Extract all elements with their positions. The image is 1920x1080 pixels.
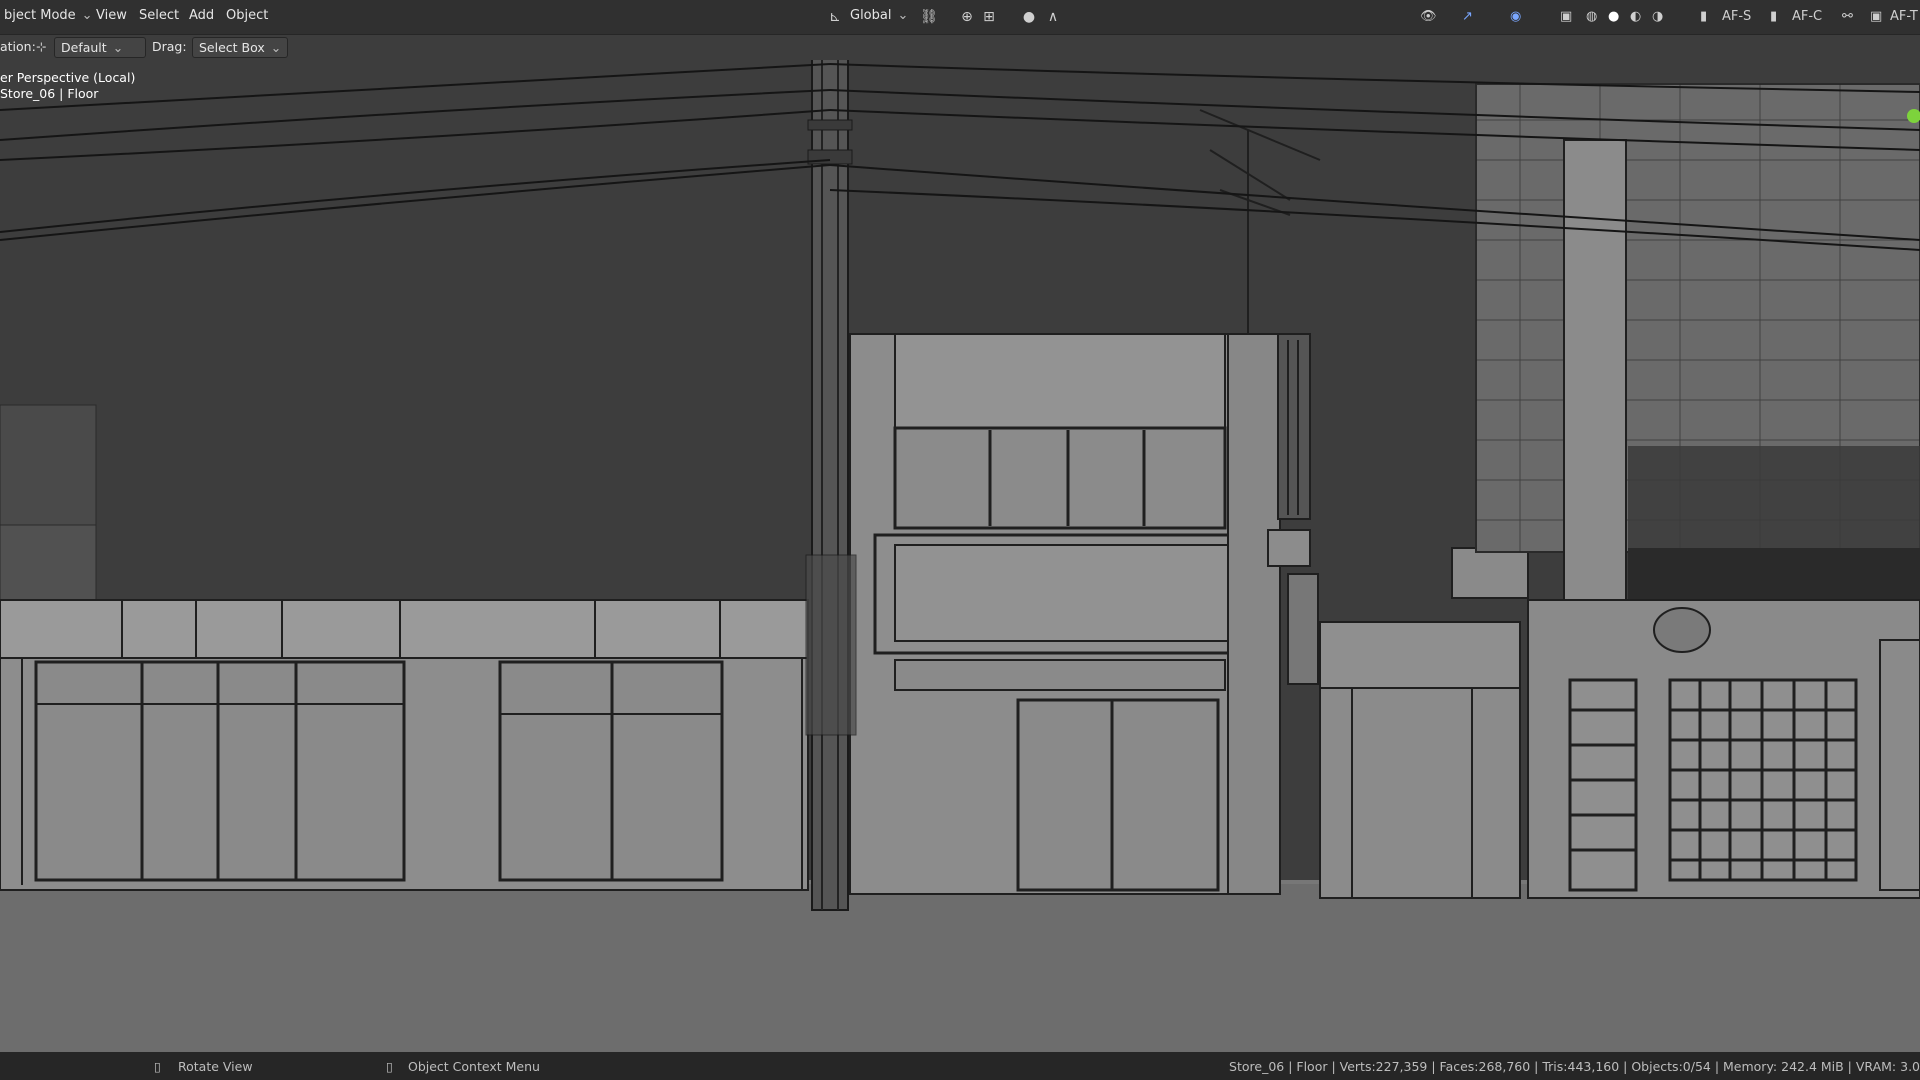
drag-label: Drag: xyxy=(152,39,187,54)
left-store-building xyxy=(0,599,809,891)
rotate-view-hint: Rotate View xyxy=(178,1059,253,1074)
square-icon[interactable]: ▣ xyxy=(1870,8,1882,26)
menu-add[interactable]: Add xyxy=(189,8,214,23)
scene-render xyxy=(0,60,1920,1052)
viewport-object-label: Store_06 | Floor xyxy=(0,86,99,101)
small-shed xyxy=(1319,621,1521,899)
mouse-left-icon: ▯ xyxy=(154,1059,161,1074)
transform-orientation[interactable]: Global xyxy=(850,8,908,23)
distant-block-left-lower xyxy=(0,524,97,606)
solid-shading-icon[interactable]: ● xyxy=(1608,8,1619,26)
orientation-dropdown[interactable]: Default xyxy=(54,37,146,58)
3d-viewport[interactable]: er Perspective (Local) Store_06 | Floor xyxy=(0,60,1920,1052)
transform-icon: ⊹ xyxy=(36,39,47,54)
snap-increment-icon[interactable]: ⊞ xyxy=(980,8,998,26)
af-s-label[interactable]: AF-S xyxy=(1722,8,1751,26)
material-shading-icon[interactable]: ◐ xyxy=(1630,8,1641,26)
overlay-icon[interactable]: ◉ xyxy=(1510,8,1521,26)
rendered-shading-icon[interactable]: ◑ xyxy=(1652,8,1663,26)
gizmo-icon[interactable]: ↗ xyxy=(1462,8,1473,26)
utility-pole xyxy=(805,60,857,911)
orientation-label: ation: xyxy=(0,39,36,54)
status-bar: ▯ Rotate View ▯ Object Context Menu Stor… xyxy=(0,1052,1920,1080)
mouse-right-icon: ▯ xyxy=(386,1059,393,1074)
header-bar: bject Mode View Select Add Object ⊾ Glob… xyxy=(0,0,1920,35)
scene-stats: Store_06 | Floor | Verts:227,359 | Faces… xyxy=(1229,1059,1920,1074)
distant-block-left xyxy=(0,404,97,526)
xray-icon[interactable]: ▣ xyxy=(1560,8,1572,26)
proportional-edit-icon[interactable]: ● xyxy=(1020,8,1038,26)
ground-plane xyxy=(0,880,1920,1052)
visibility-icon[interactable]: 👁 xyxy=(1420,8,1437,26)
mode-selector[interactable]: bject Mode xyxy=(0,6,97,25)
frame-icon[interactable]: ▮ xyxy=(1770,8,1777,26)
context-menu-hint: Object Context Menu xyxy=(408,1059,540,1074)
tool-settings-bar: ation: ⊹ Default Drag: Select Box xyxy=(0,34,1920,60)
menu-view[interactable]: View xyxy=(96,8,127,23)
lantern xyxy=(1653,607,1711,653)
camera-icon[interactable]: ▮ xyxy=(1700,8,1707,26)
menu-select[interactable]: Select xyxy=(139,8,179,23)
link-icon[interactable]: ⚯ xyxy=(1842,8,1853,26)
af-t-label[interactable]: AF-T xyxy=(1890,8,1918,26)
af-c-label[interactable]: AF-C xyxy=(1792,8,1822,26)
drag-dropdown[interactable]: Select Box xyxy=(192,37,289,58)
viewport-perspective-label: er Perspective (Local) xyxy=(0,70,136,85)
orientation-icon: ⊾ xyxy=(829,9,841,25)
pivot-icon[interactable]: ⛓ xyxy=(920,8,938,26)
right-building xyxy=(1451,83,1920,899)
menu-object[interactable]: Object xyxy=(226,8,268,23)
center-building xyxy=(849,333,1319,895)
falloff-icon[interactable]: ∧ xyxy=(1044,8,1062,26)
wireframe-shading-icon[interactable]: ◍ xyxy=(1586,8,1597,26)
snap-icon[interactable]: ⊕ xyxy=(958,8,976,26)
tv-antenna xyxy=(1199,109,1321,334)
